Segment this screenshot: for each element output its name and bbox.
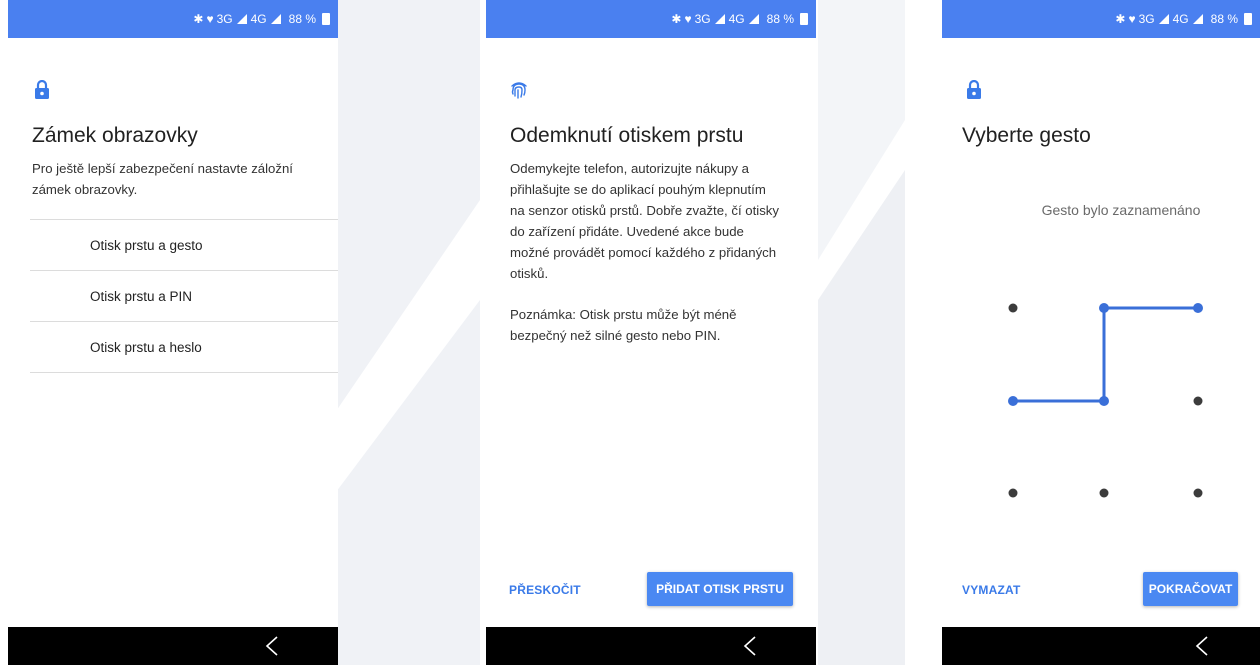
status-bar: ✱ ♥ 3G 4G 88 % <box>486 0 816 38</box>
clear-button[interactable]: VYMAZAT <box>962 583 1021 597</box>
pattern-dot[interactable] <box>1193 488 1203 498</box>
navigation-bar <box>486 627 816 665</box>
pattern-dot-active[interactable] <box>1193 303 1203 313</box>
pattern-dot[interactable] <box>1193 396 1203 406</box>
phone-screen-lock: ✱ ♥ 3G 4G 88 % Zámek obrazovky Pro ještě… <box>8 0 338 665</box>
status-bar: ✱ ♥ 3G 4G 88 % <box>942 0 1260 38</box>
back-icon[interactable] <box>1192 635 1212 657</box>
battery-icon <box>322 13 330 25</box>
pattern-dot[interactable] <box>1008 488 1018 498</box>
battery-icon <box>800 13 808 25</box>
network2-label: 4G <box>728 12 745 26</box>
phone-gesture: ✱ ♥ 3G 4G 88 % Vyberte gesto Gesto bylo … <box>942 0 1260 665</box>
wifi-icon: ♥ <box>1128 12 1136 26</box>
skip-button[interactable]: PŘESKOČIT <box>509 583 581 597</box>
battery-percent: 88 % <box>766 12 794 26</box>
page-title: Zámek obrazovky <box>32 124 198 147</box>
battery-icon <box>1244 13 1252 25</box>
signal-icon <box>1158 14 1169 24</box>
page-title: Odemknutí otiskem prstu <box>510 124 744 147</box>
fingerprint-icon <box>511 82 527 99</box>
back-icon[interactable] <box>740 635 760 657</box>
wifi-icon: ♥ <box>684 12 692 26</box>
status-bar: ✱ ♥ 3G 4G 88 % <box>8 0 338 38</box>
pattern-line <box>1013 306 1198 403</box>
pattern-dot-active[interactable] <box>1099 396 1109 406</box>
pattern-dot-active[interactable] <box>1008 396 1018 406</box>
continue-button[interactable]: POKRAČOVAT <box>1143 572 1238 606</box>
option-fingerprint-password[interactable]: Otisk prstu a heslo <box>30 322 338 373</box>
pattern-dot-active[interactable] <box>1099 303 1109 313</box>
page-description: Odemykejte telefon, autorizujte nákupy a… <box>510 161 779 281</box>
lock-options-list: Otisk prstu a gesto Otisk prstu a PIN Ot… <box>30 219 338 373</box>
network-label: 3G <box>216 12 233 26</box>
network2-label: 4G <box>250 12 267 26</box>
page-note: Poznámka: Otisk prstu může být méně bezp… <box>510 307 737 343</box>
network-label: 3G <box>1138 12 1155 26</box>
screen-content: Zámek obrazovky Pro ještě lepší zabezpeč… <box>8 38 338 627</box>
page-description: Pro ještě lepší zabezpečení nastavte zál… <box>32 161 293 197</box>
signal-icon <box>1192 14 1203 24</box>
option-fingerprint-gesture[interactable]: Otisk prstu a gesto <box>30 220 338 271</box>
signal-icon <box>748 14 759 24</box>
screen-content: Vyberte gesto Gesto bylo zaznamenáno VYM… <box>942 38 1260 627</box>
pattern-dot[interactable] <box>1008 303 1018 313</box>
screen-content: Odemknutí otiskem prstu Odemykejte telef… <box>486 38 816 627</box>
wifi-icon: ♥ <box>206 12 214 26</box>
bluetooth-icon: ✱ <box>671 12 682 26</box>
pattern-grid[interactable] <box>942 38 1260 627</box>
network2-label: 4G <box>1172 12 1189 26</box>
network-label: 3G <box>694 12 711 26</box>
signal-icon <box>236 14 247 24</box>
add-fingerprint-button[interactable]: PŘIDAT OTISK PRSTU <box>647 572 793 606</box>
lock-icon <box>35 80 49 99</box>
navigation-bar <box>942 627 1260 665</box>
battery-percent: 88 % <box>288 12 316 26</box>
signal-icon <box>270 14 281 24</box>
navigation-bar <box>8 627 338 665</box>
battery-percent: 88 % <box>1210 12 1238 26</box>
signal-icon <box>714 14 725 24</box>
bluetooth-icon: ✱ <box>1115 12 1126 26</box>
pattern-dot[interactable] <box>1099 488 1109 498</box>
bluetooth-icon: ✱ <box>193 12 204 26</box>
back-icon[interactable] <box>262 635 282 657</box>
phone-fingerprint: ✱ ♥ 3G 4G 88 % Odemknutí otiskem prstu O… <box>486 0 816 665</box>
option-fingerprint-pin[interactable]: Otisk prstu a PIN <box>30 271 338 322</box>
